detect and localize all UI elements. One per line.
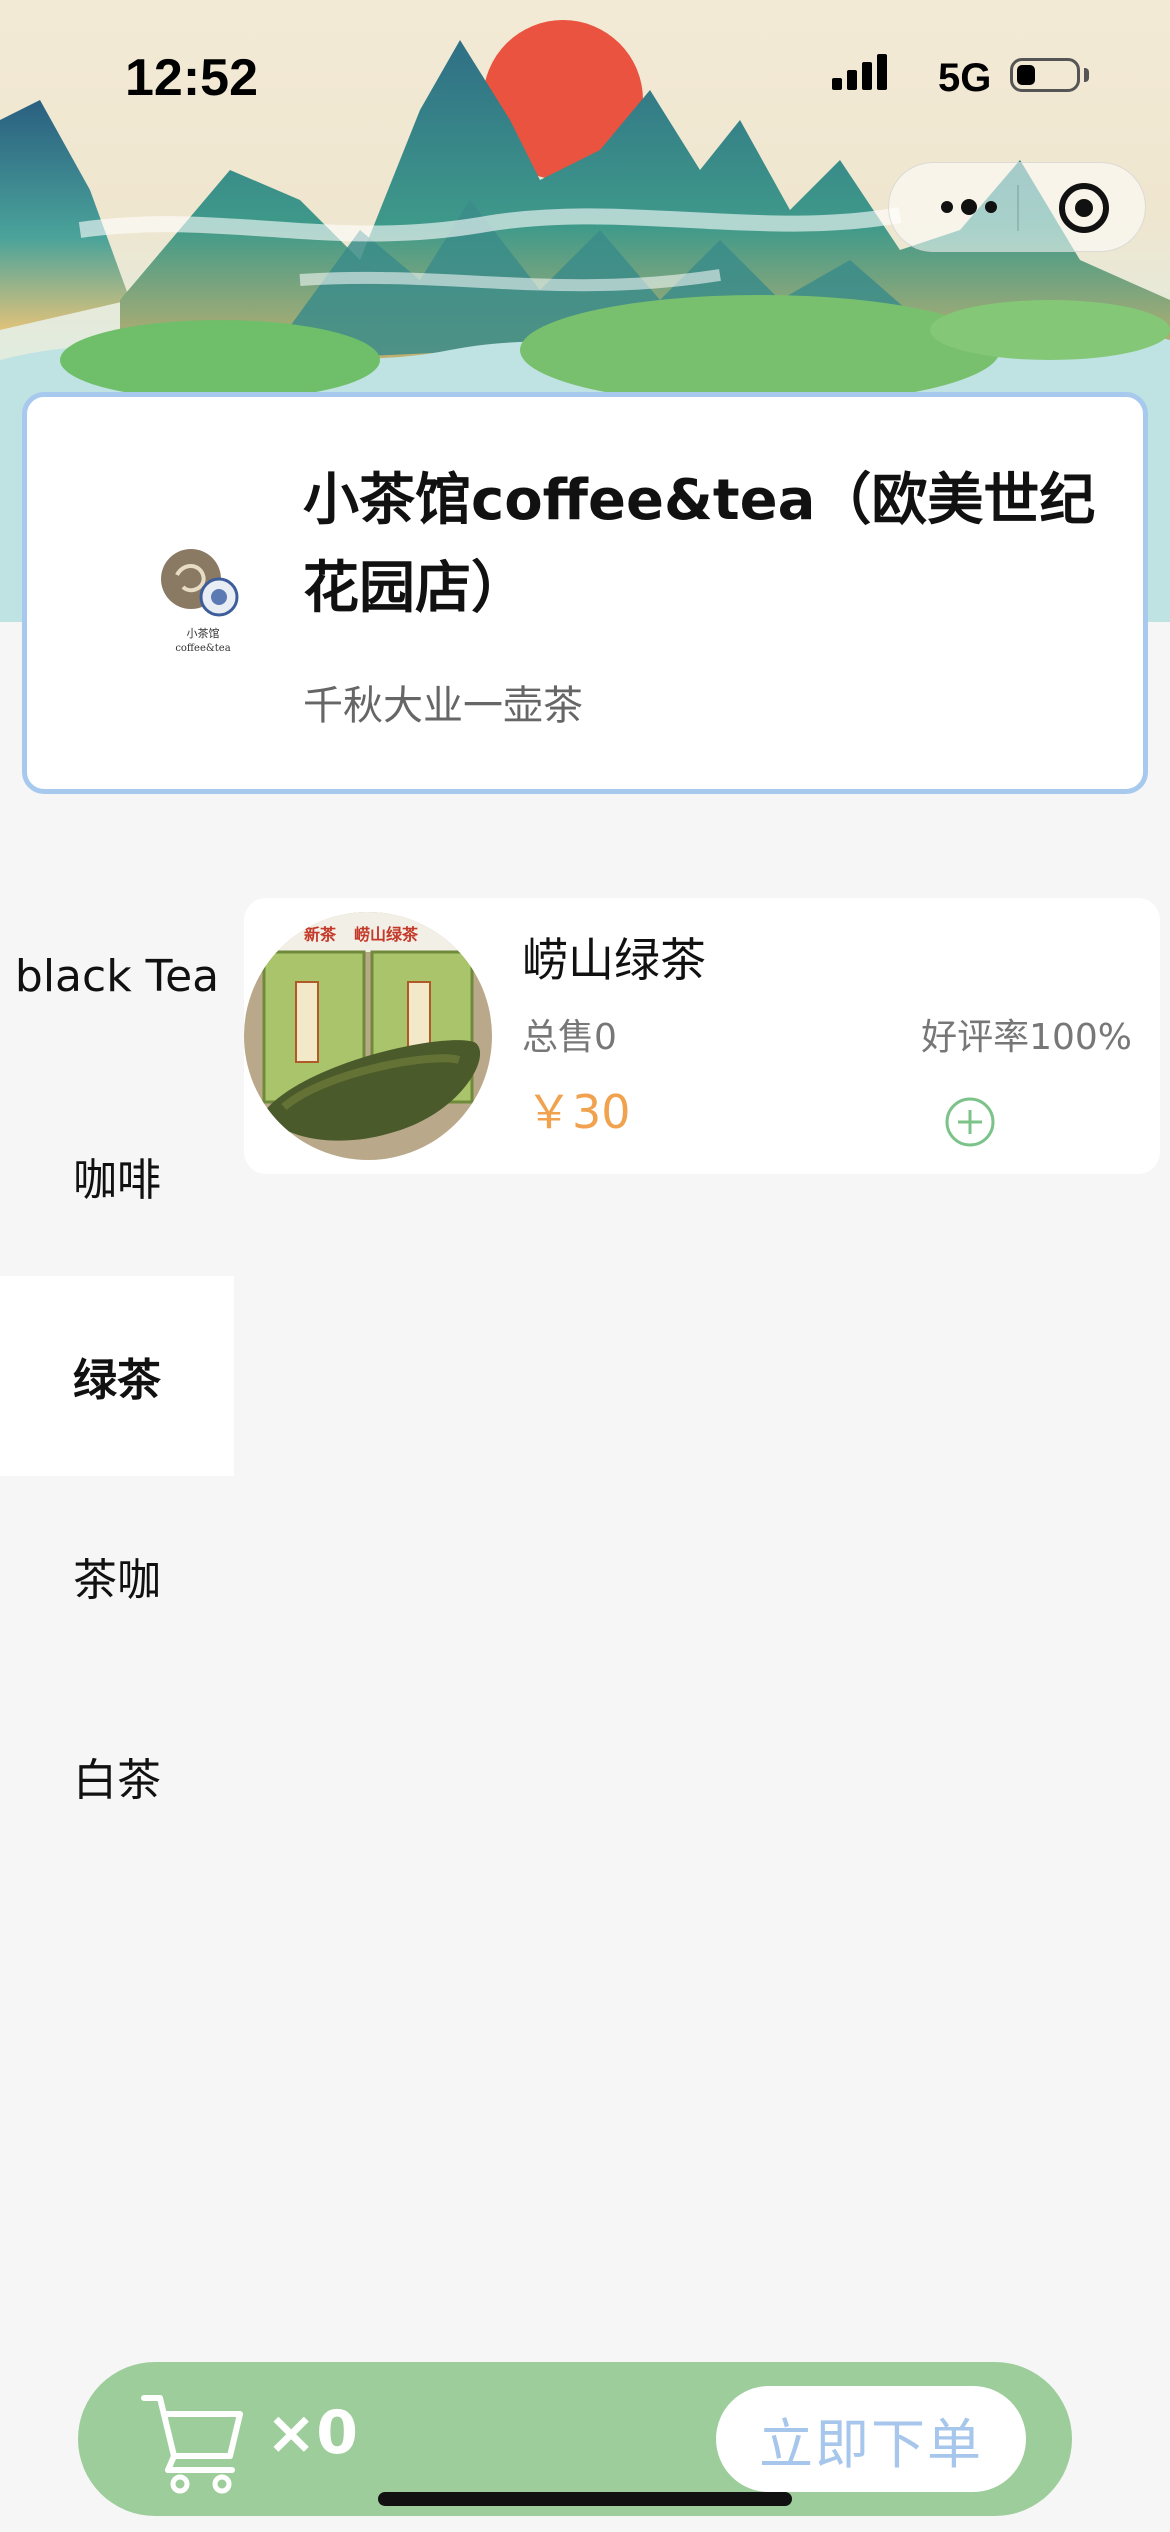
image-label-new-tea: 新茶 [304,925,337,944]
product-sales: 总售0 [522,1017,617,1058]
status-indicators: 5G [830,52,1170,102]
store-slogan: 千秋大业一壶茶 [303,683,583,729]
svg-text:小茶馆: 小茶馆 [187,626,220,640]
product-price: ￥30 [526,1085,631,1139]
battery-icon [1010,58,1080,92]
category-label: black Tea [14,950,220,1002]
network-type: 5G [938,56,992,100]
category-label: 茶咖 [73,1555,161,1606]
product-card[interactable]: 新茶 崂山绿茶 崂山绿茶 总售0 好评率100% ￥30 [244,898,1160,1174]
category-label: 咖啡 [73,1155,161,1206]
order-now-button[interactable]: 立即下单 [716,2386,1026,2492]
cart-icon[interactable] [138,2384,248,2494]
category-coffee[interactable]: 咖啡 [0,1076,234,1276]
category-white-tea[interactable]: 白茶 [0,1676,234,1876]
category-black-tea[interactable]: black Tea [0,876,234,1076]
product-image: 新茶 崂山绿茶 [244,912,492,1160]
product-name: 崂山绿茶 [522,933,706,987]
battery-cap [1084,68,1089,82]
store-name: 小茶馆coffee&tea（欧美世纪花园店） [303,468,1096,621]
store-logo: 小茶馆 coffee&tea [161,549,239,654]
target-icon[interactable] [1059,183,1109,233]
svg-text:coffee&tea: coffee&tea [175,643,230,654]
add-to-cart-plus-icon[interactable] [944,1096,996,1148]
home-indicator [378,2492,792,2506]
image-label-laoshan-green-tea: 崂山绿茶 [354,925,419,944]
capsule-divider [1017,185,1019,231]
ellipsis-icon[interactable] [929,163,1009,251]
status-time: 12:52 [125,49,258,107]
store-info-card: 小茶馆 coffee&tea 小茶馆coffee&tea（欧美世纪花园店） 千秋… [22,392,1148,794]
product-rating: 好评率100% [921,1017,1132,1058]
category-label: 白茶 [73,1755,161,1806]
cart-count: ×0 [266,2398,359,2468]
category-label: 绿茶 [73,1355,161,1406]
cellular-signal-icon [832,54,887,90]
mini-program-capsule [888,162,1146,252]
category-tea-coffee[interactable]: 茶咖 [0,1476,234,1676]
category-green-tea[interactable]: 绿茶 [0,1276,234,1476]
